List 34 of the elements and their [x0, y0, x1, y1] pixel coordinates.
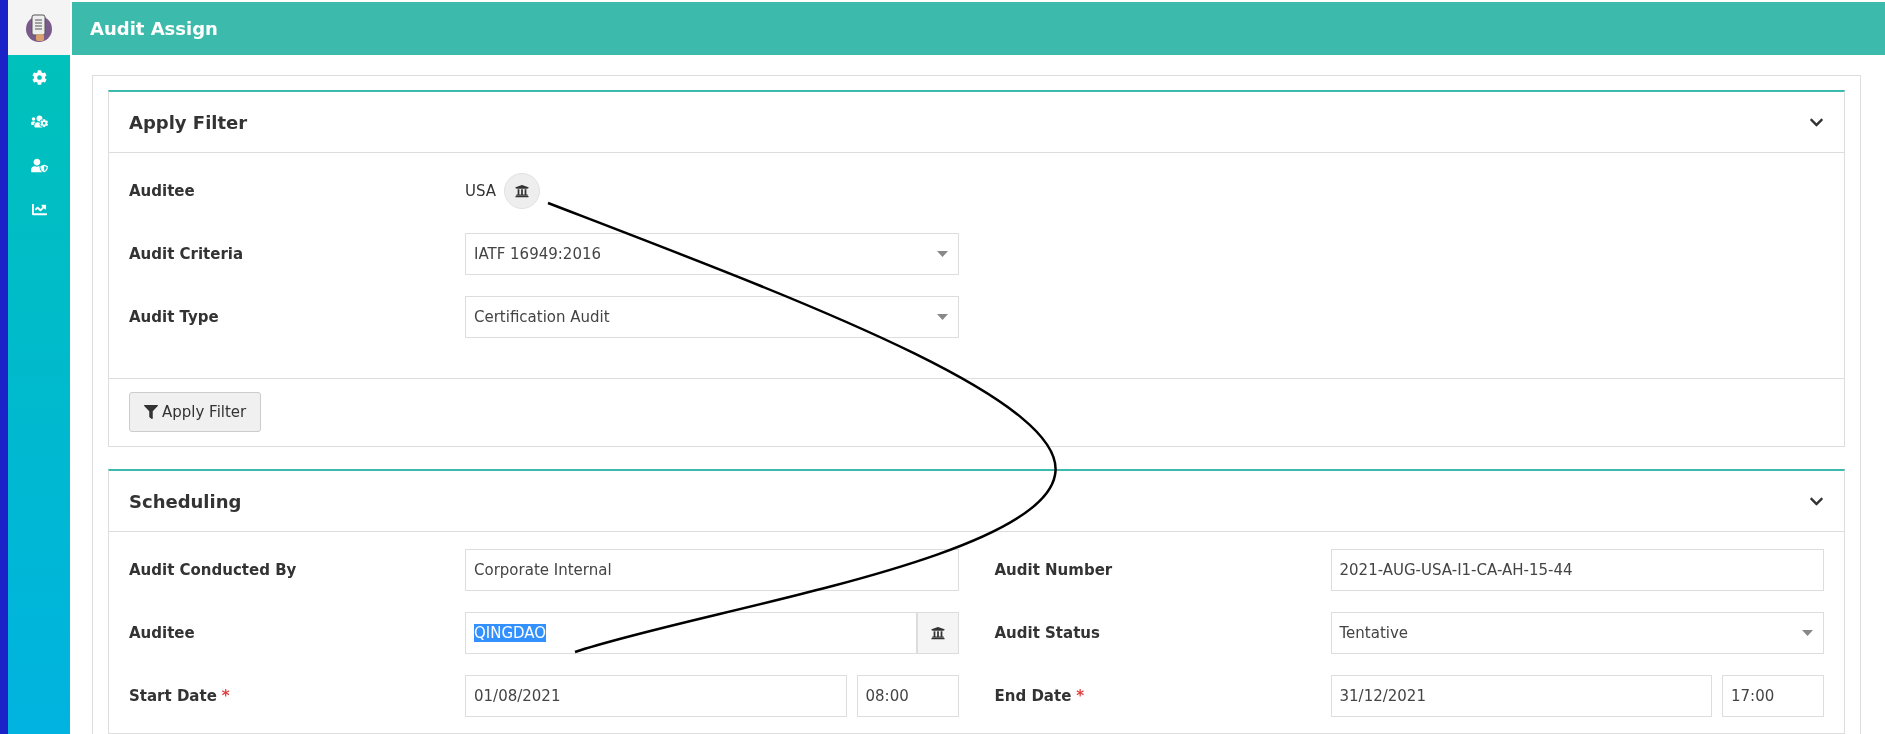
- field-label: End Date: [994, 687, 1072, 705]
- field-label: Audit Criteria: [129, 245, 244, 263]
- panel-title: Apply Filter: [129, 111, 248, 133]
- filter-icon: [144, 405, 158, 419]
- required-marker: *: [221, 687, 230, 705]
- field-label: Start Date: [129, 687, 217, 705]
- select-field[interactable]: Tentative: [1330, 612, 1824, 654]
- building-icon: [515, 184, 530, 198]
- time-field[interactable]: 17:00: [1722, 675, 1824, 717]
- caret-icon: [936, 251, 948, 257]
- select-field[interactable]: IATF 16949:2016: [465, 233, 959, 275]
- page-title: Audit Assign: [90, 18, 218, 39]
- field-label: Audit Status: [994, 624, 1100, 642]
- field-label: Auditee: [129, 624, 195, 642]
- field-label: Auditee: [129, 182, 195, 200]
- required-marker: *: [1076, 687, 1085, 705]
- field-label: Audit Conducted By: [129, 561, 297, 579]
- date-field[interactable]: 31/12/2021: [1330, 675, 1712, 717]
- date-field[interactable]: 01/08/2021: [465, 675, 847, 717]
- caret-icon: [1802, 630, 1813, 636]
- panel-title: Scheduling: [129, 490, 242, 512]
- time-field[interactable]: 08:00: [856, 675, 959, 717]
- field-label: Audit Type: [129, 308, 219, 326]
- logo-icon[interactable]: [25, 11, 53, 44]
- lookup-button[interactable]: [504, 173, 541, 209]
- building-icon: [930, 626, 945, 640]
- select-field[interactable]: Certification Audit: [465, 296, 959, 338]
- input-field[interactable]: 2021-AUG-USA-I1-CA-AH-15-44: [1330, 549, 1824, 591]
- apply-filter-button[interactable]: Apply Filter: [129, 392, 262, 432]
- caret-icon: [936, 314, 948, 320]
- input-field[interactable]: Corporate Internal: [465, 549, 959, 591]
- lookup-button[interactable]: [916, 612, 959, 654]
- auditee-value: USA: [465, 182, 497, 200]
- field-label: Audit Number: [994, 561, 1113, 579]
